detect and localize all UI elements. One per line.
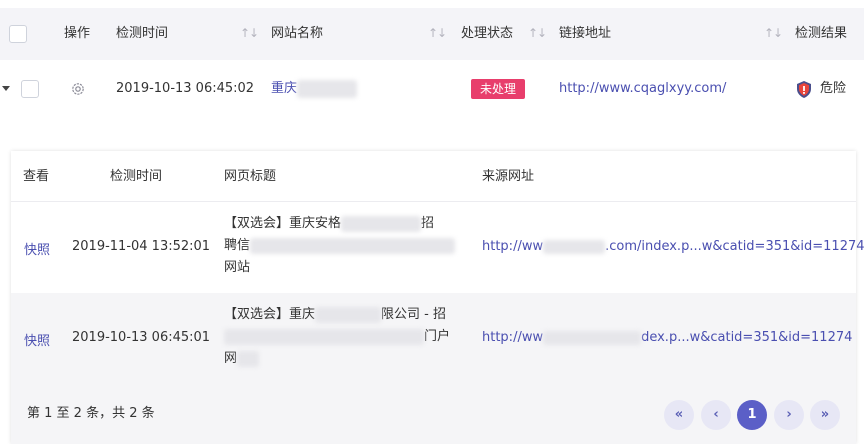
pagination-info: 第 1 至 2 条，共 2 条	[27, 406, 155, 421]
page-1-button[interactable]: 1	[737, 400, 767, 430]
page-title-part: 招	[421, 216, 435, 231]
redacted-block	[237, 350, 260, 367]
col-action-header: 操作	[64, 26, 91, 41]
page-title-part: 聘信	[224, 238, 251, 253]
select-all-checkbox[interactable]	[9, 25, 27, 43]
col-status-header[interactable]: 处理状态	[461, 8, 513, 60]
caret-down-icon[interactable]	[2, 86, 10, 91]
source-url-link[interactable]: http://ww dex.p...w&catid=351&id=11274	[482, 330, 852, 345]
page-title-part: 网站	[224, 260, 251, 275]
redacted-block	[341, 215, 422, 232]
detail-col-source: 来源网址	[482, 169, 535, 184]
redacted-block	[224, 328, 424, 345]
redacted-block	[297, 79, 358, 98]
page-title-part: 门户	[424, 329, 451, 344]
last-page-button[interactable]: »	[810, 400, 840, 430]
page-title-part: 【双选会】重庆安格	[224, 216, 342, 231]
sort-time-icon[interactable]: ↑↓	[240, 8, 259, 60]
col-site-header[interactable]: 网站名称	[271, 8, 323, 60]
page-title: 【双选会】重庆 限公司 - 招 门户 网	[224, 304, 469, 370]
source-url-part[interactable]: .com/index.p...w&catid=351&id=11274	[605, 239, 864, 254]
detail-time: 2019-11-04 13:52:01	[72, 239, 211, 254]
row-site-name[interactable]: 重庆	[271, 60, 358, 118]
detail-panel: 查看 检测时间 网页标题 来源网址 快照 2019-11-04 13:52:01…	[11, 151, 864, 444]
status-badge: 未处理	[471, 79, 526, 99]
shield-danger-icon	[797, 81, 811, 98]
row-site-text[interactable]: 重庆	[271, 81, 297, 96]
prev-page-button[interactable]: ‹	[701, 400, 731, 430]
redacted-block	[315, 306, 382, 323]
detail-header: 查看 检测时间 网页标题 来源网址	[11, 151, 856, 202]
detail-col-time: 检测时间	[110, 169, 163, 184]
sort-url-icon[interactable]: ↑↓	[764, 8, 783, 60]
snapshot-link[interactable]: 快照	[24, 239, 50, 258]
snapshot-link[interactable]: 快照	[24, 330, 50, 349]
col-result-header[interactable]: 检测结果	[795, 8, 847, 60]
detail-row: 快照 2019-10-13 06:45:01 【双选会】重庆 限公司 - 招 门户…	[11, 293, 856, 384]
redacted-block	[543, 330, 642, 345]
source-url-part[interactable]: dex.p...w&catid=351&id=11274	[641, 330, 852, 345]
redacted-block	[543, 239, 606, 254]
first-page-button[interactable]: «	[664, 400, 694, 430]
detail-row: 快照 2019-11-04 13:52:01 【双选会】重庆安格招 聘信 网站 …	[11, 203, 864, 294]
source-url-link[interactable]: http://ww .com/index.p...w&catid=351&id=1…	[482, 239, 864, 254]
sort-site-icon[interactable]: ↑↓	[428, 8, 447, 60]
detail-col-title: 网页标题	[224, 169, 277, 184]
source-url-part[interactable]: http://ww	[482, 330, 543, 345]
row-url-link[interactable]: http://www.cqaglxyy.com/	[559, 60, 726, 118]
row-time: 2019-10-13 06:45:02	[116, 81, 255, 96]
table-header: 操作 检测时间 ↑↓ 网站名称 ↑↓ 处理状态 ↑↓ 链接地址 ↑↓ 检测结果	[0, 8, 864, 60]
page-title-part: 【双选会】重庆	[224, 307, 316, 322]
detail-col-view: 查看	[23, 169, 50, 184]
pagination-bar: 第 1 至 2 条，共 2 条 « ‹ 1 › »	[11, 384, 856, 444]
source-url-part[interactable]: http://ww	[482, 239, 543, 254]
row-result: 危险	[820, 81, 847, 96]
row-checkbox[interactable]	[21, 80, 39, 98]
next-page-button[interactable]: ›	[774, 400, 804, 430]
page-title: 【双选会】重庆安格 招 聘信 网站	[224, 213, 469, 279]
col-time-header[interactable]: 检测时间	[116, 8, 168, 60]
table-row: 2019-10-13 06:45:02 重庆 未处理 http://www.cq…	[0, 60, 864, 118]
redacted-block	[250, 237, 456, 254]
gear-icon[interactable]	[70, 81, 86, 97]
page-title-part: 限公司 - 招	[381, 307, 446, 322]
sort-status-icon[interactable]: ↑↓	[528, 8, 547, 60]
detail-time: 2019-10-13 06:45:01	[72, 330, 211, 345]
col-url-header[interactable]: 链接地址	[559, 8, 611, 60]
page-title-part: 网	[224, 351, 238, 366]
